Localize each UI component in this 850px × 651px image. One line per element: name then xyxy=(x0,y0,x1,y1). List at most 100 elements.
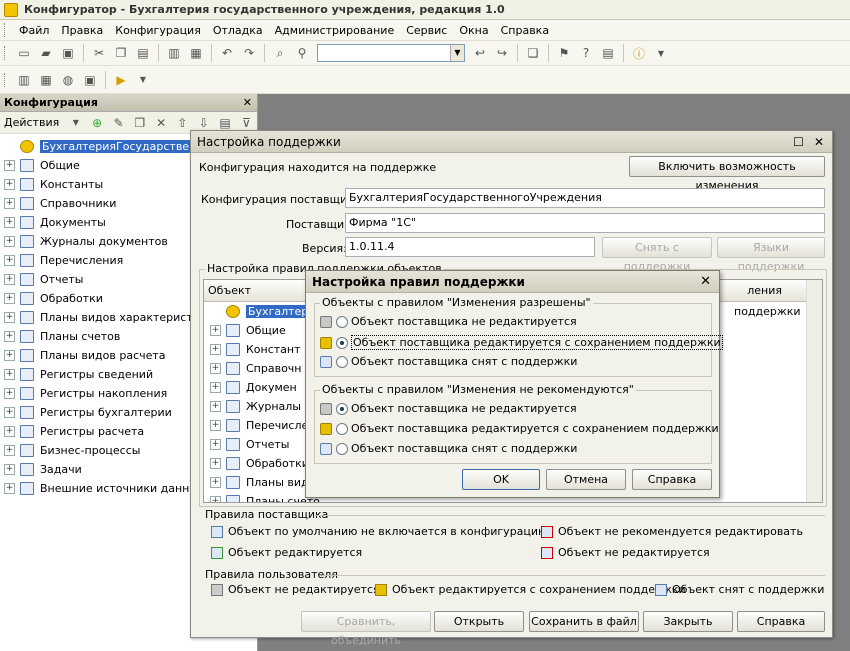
info-icon[interactable]: ⓘ xyxy=(630,44,648,62)
search-input[interactable]: ▼ xyxy=(317,44,465,62)
delete-icon[interactable]: ✕ xyxy=(152,114,169,132)
move-up-icon[interactable]: ⇧ xyxy=(174,114,191,132)
add-icon[interactable]: ⊕ xyxy=(89,114,106,132)
help-button[interactable]: Справка xyxy=(632,469,712,490)
expand-icon[interactable]: + xyxy=(4,445,15,456)
menu-windows[interactable]: Окна xyxy=(453,24,494,37)
syntax-helper-icon[interactable]: ▤ xyxy=(599,44,617,62)
close-icon[interactable]: ✕ xyxy=(700,274,711,289)
radio-button[interactable] xyxy=(336,442,348,455)
help-icon[interactable]: ? xyxy=(577,44,595,62)
compare-merge-button[interactable]: Сравнить, объединить xyxy=(301,611,431,647)
actions-menu[interactable]: Действия xyxy=(4,116,59,129)
expand-icon[interactable]: + xyxy=(4,369,15,380)
rule-option[interactable]: Объект поставщика не редактируется xyxy=(320,315,577,328)
db-config-icon[interactable]: ▦ xyxy=(37,71,55,89)
menu-help[interactable]: Справка xyxy=(495,24,555,37)
expand-icon[interactable]: + xyxy=(4,255,15,266)
open-folder-icon[interactable]: ▰ xyxy=(37,44,55,62)
cut-icon[interactable]: ✂ xyxy=(90,44,108,62)
new-file-icon[interactable]: ▭ xyxy=(15,44,33,62)
paste-icon[interactable]: ▤ xyxy=(134,44,152,62)
edit-icon[interactable]: ✎ xyxy=(110,114,127,132)
expand-icon[interactable]: + xyxy=(210,401,221,412)
expand-icon[interactable]: + xyxy=(210,420,221,431)
vendor-field[interactable]: Фирма "1С" xyxy=(345,213,825,233)
rule-option[interactable]: Объект поставщика редактируется с сохран… xyxy=(320,422,719,435)
find-in-files-icon[interactable]: ⌕ xyxy=(271,44,289,62)
chevron-down-icon[interactable]: ▼ xyxy=(652,44,670,62)
close-icon[interactable]: ✕ xyxy=(814,135,824,149)
expand-icon[interactable]: + xyxy=(4,483,15,494)
preview-icon[interactable]: ▦ xyxy=(187,44,205,62)
expand-icon[interactable]: + xyxy=(4,160,15,171)
expand-icon[interactable]: + xyxy=(4,426,15,437)
copy-icon[interactable]: ❐ xyxy=(112,44,130,62)
expand-icon[interactable]: + xyxy=(210,325,221,336)
chevron-down-icon[interactable]: ▼ xyxy=(67,114,84,132)
rule-option[interactable]: Объект поставщика снят с поддержки xyxy=(320,355,577,368)
expand-icon[interactable]: + xyxy=(210,477,221,488)
cancel-button[interactable]: Отмена xyxy=(546,469,626,490)
version-field[interactable]: 1.0.11.4 xyxy=(345,237,595,257)
radio-button[interactable] xyxy=(336,336,348,349)
expand-icon[interactable]: + xyxy=(210,363,221,374)
grid-scrollbar[interactable] xyxy=(806,280,822,502)
expand-icon[interactable]: + xyxy=(210,458,221,469)
form-icon[interactable]: ▣ xyxy=(81,71,99,89)
expand-icon[interactable]: + xyxy=(4,350,15,361)
menu-file[interactable]: Файл xyxy=(13,24,55,37)
rule-option[interactable]: Объект поставщика редактируется с сохран… xyxy=(320,335,723,350)
maximize-icon[interactable]: ☐ xyxy=(793,135,804,149)
menu-administration[interactable]: Администрирование xyxy=(269,24,401,37)
expand-icon[interactable]: + xyxy=(210,496,221,502)
menu-debug[interactable]: Отладка xyxy=(207,24,269,37)
expand-icon[interactable]: + xyxy=(4,312,15,323)
expand-icon[interactable] xyxy=(4,141,15,152)
radio-button[interactable] xyxy=(336,402,348,415)
expand-icon[interactable]: + xyxy=(4,388,15,399)
expand-icon[interactable]: + xyxy=(4,464,15,475)
expand-icon[interactable]: + xyxy=(4,293,15,304)
close-button[interactable]: Закрыть xyxy=(643,611,733,632)
chevron-down-icon[interactable]: ▼ xyxy=(450,45,464,61)
rule-option[interactable]: Объект поставщика не редактируется xyxy=(320,402,577,415)
enable-changes-button[interactable]: Включить возможность изменения xyxy=(629,156,825,192)
menu-edit[interactable]: Правка xyxy=(55,24,109,37)
filter-icon[interactable]: ⊽ xyxy=(238,114,255,132)
expand-icon[interactable]: + xyxy=(4,331,15,342)
find-prev-icon[interactable]: ↩ xyxy=(471,44,489,62)
configuration-tree-icon[interactable]: ▥ xyxy=(15,71,33,89)
run-debug-icon[interactable]: ▶ xyxy=(112,71,130,89)
open-button[interactable]: Открыть xyxy=(434,611,524,632)
save-to-file-button[interactable]: Сохранить в файл xyxy=(529,611,639,632)
database-icon[interactable]: ◍ xyxy=(59,71,77,89)
move-down-icon[interactable]: ⇩ xyxy=(195,114,212,132)
sort-icon[interactable]: ▤ xyxy=(216,114,233,132)
expand-icon[interactable]: + xyxy=(210,344,221,355)
expand-icon[interactable]: + xyxy=(4,198,15,209)
expand-icon[interactable]: + xyxy=(4,179,15,190)
radio-button[interactable] xyxy=(336,422,348,435)
save-icon[interactable]: ▣ xyxy=(59,44,77,62)
chevron-down-icon[interactable]: ▼ xyxy=(134,71,152,89)
expand-icon[interactable]: + xyxy=(210,382,221,393)
remove-support-button[interactable]: Снять с поддержки xyxy=(602,237,712,273)
assistant-icon[interactable]: ⚑ xyxy=(555,44,573,62)
windows-icon[interactable]: ❏ xyxy=(524,44,542,62)
support-languages-button[interactable]: Языки поддержки xyxy=(717,237,825,273)
ok-button[interactable]: OK xyxy=(462,469,540,490)
radio-button[interactable] xyxy=(336,355,348,368)
expand-icon[interactable]: + xyxy=(210,439,221,450)
print-icon[interactable]: ▥ xyxy=(165,44,183,62)
rule-option[interactable]: Объект поставщика снят с поддержки xyxy=(320,442,577,455)
expand-icon[interactable]: + xyxy=(4,407,15,418)
close-icon[interactable]: ✕ xyxy=(243,96,252,109)
expand-icon[interactable] xyxy=(210,306,221,317)
expand-icon[interactable]: + xyxy=(4,236,15,247)
copy-icon[interactable]: ❐ xyxy=(131,114,148,132)
vendor-config-field[interactable]: БухгалтерияГосударственногоУчреждения xyxy=(345,188,825,208)
redo-icon[interactable]: ↷ xyxy=(240,44,258,62)
search-icon[interactable]: ⚲ xyxy=(293,44,311,62)
undo-icon[interactable]: ↶ xyxy=(218,44,236,62)
